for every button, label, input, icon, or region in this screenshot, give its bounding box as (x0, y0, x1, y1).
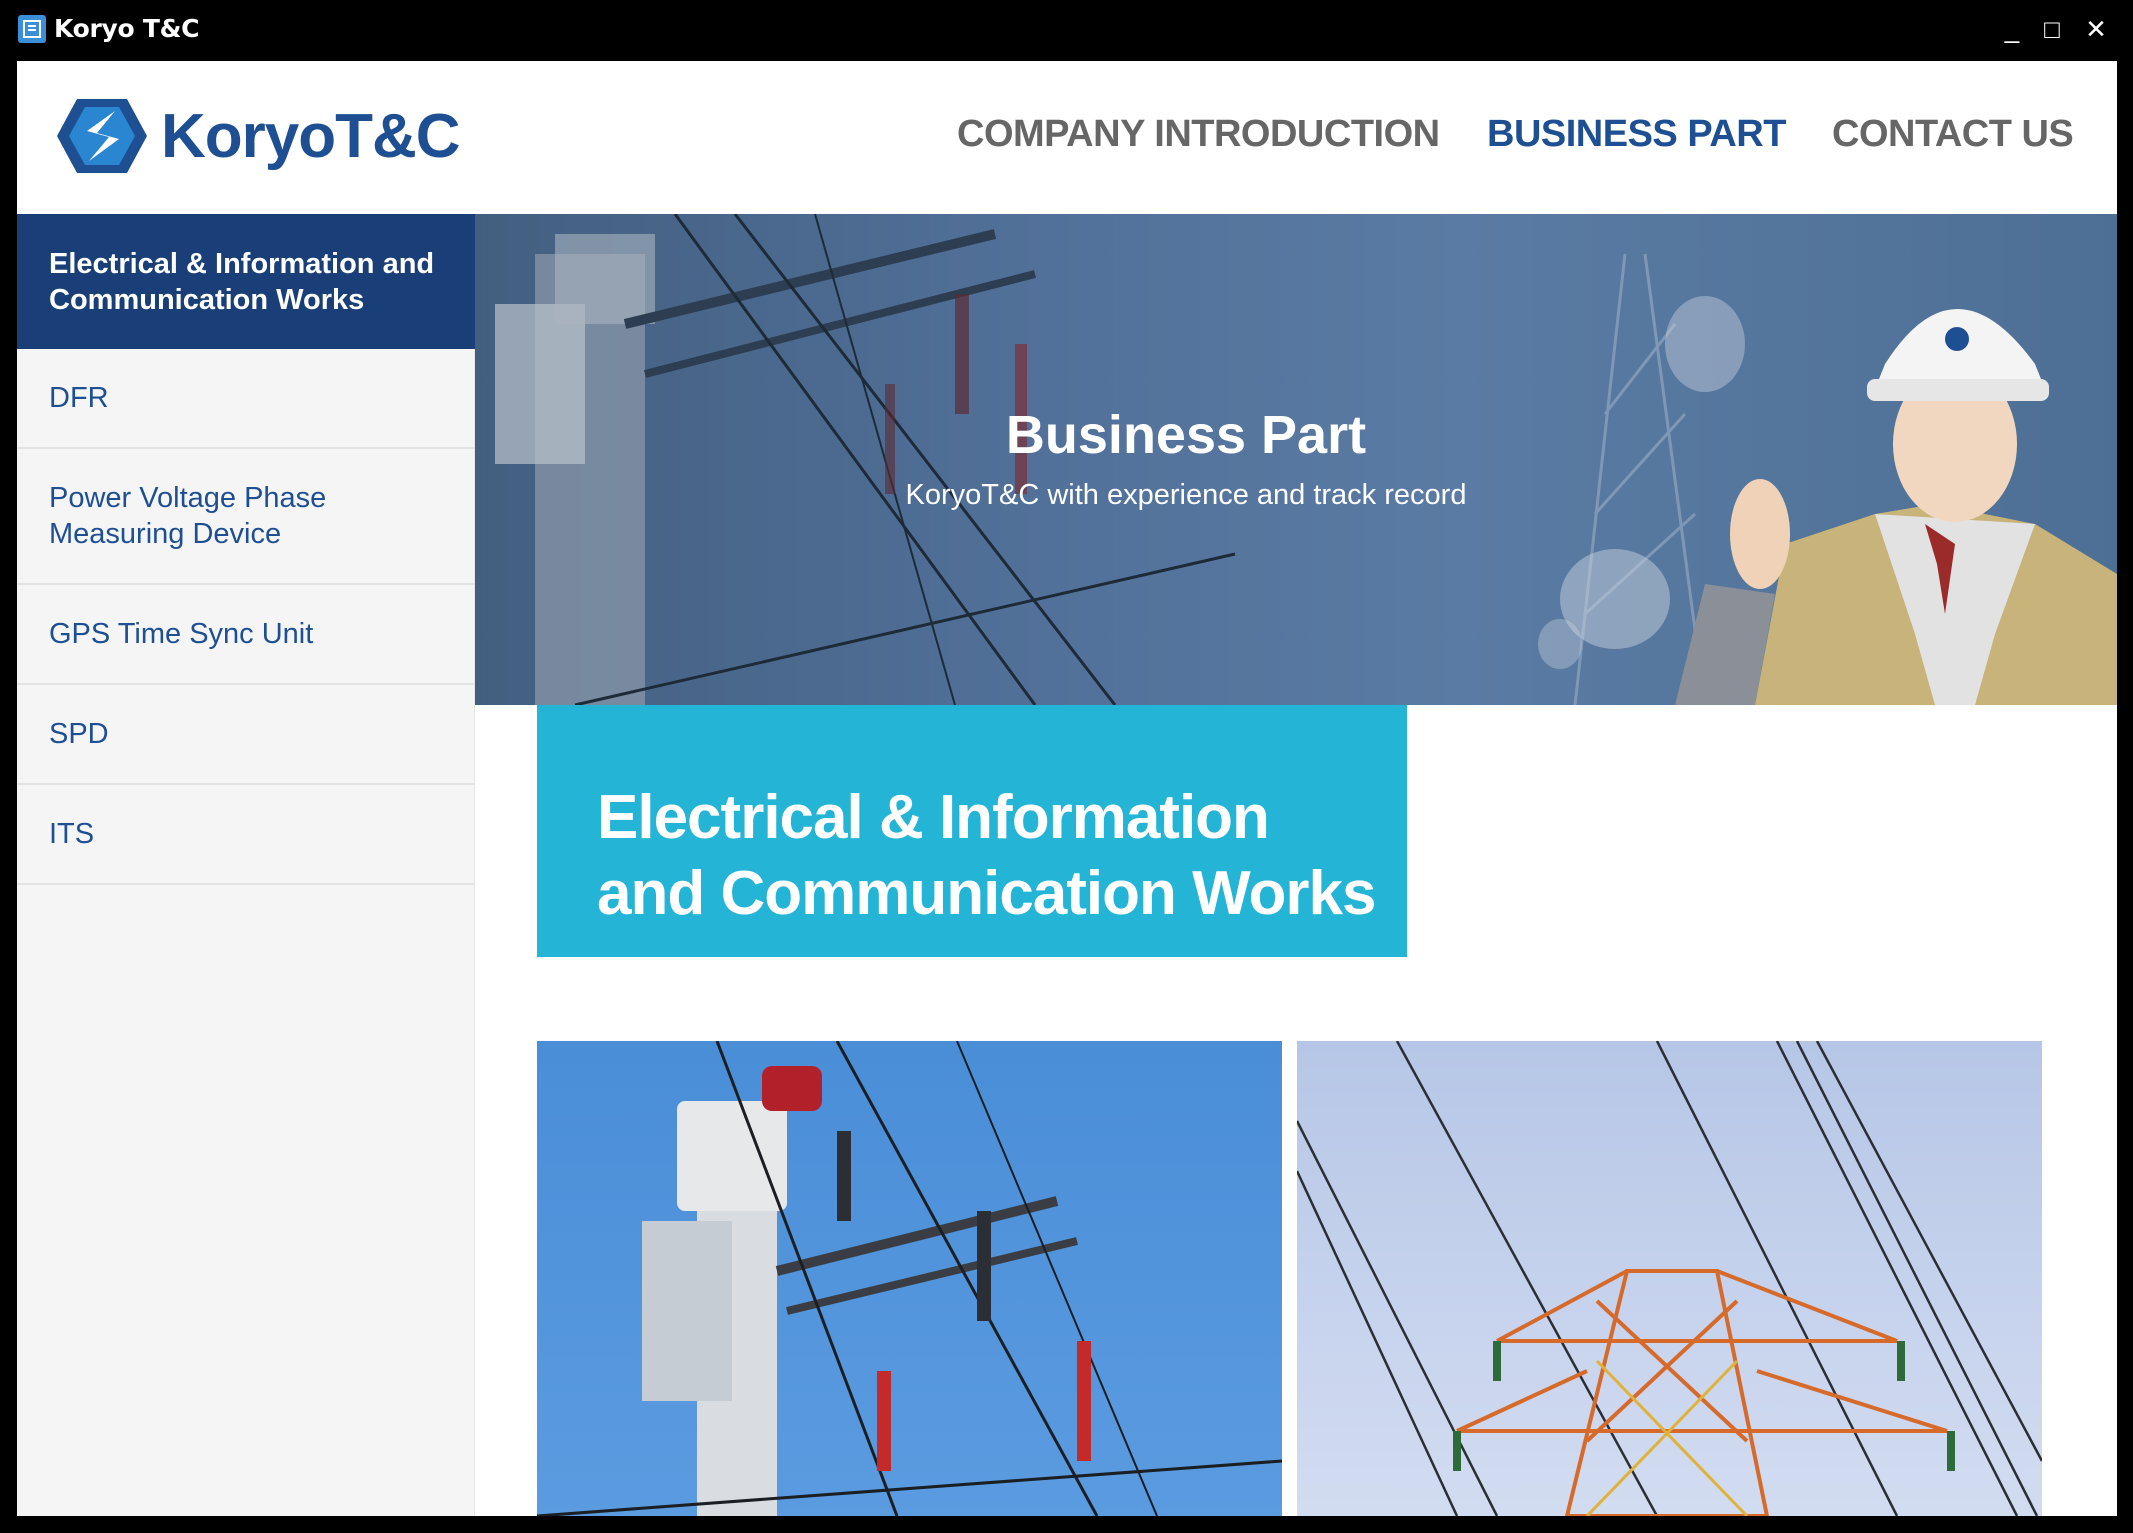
nav-company-introduction[interactable]: COMPANY INTRODUCTION (957, 113, 1440, 156)
window-title: Koryo T&C (54, 14, 200, 43)
sidebar-item-power-voltage-phase[interactable]: Power Voltage Phase Measuring Device (17, 449, 475, 585)
sidebar-item-electrical-works[interactable]: Electrical & Information and Communicati… (17, 214, 475, 349)
logo-text: KoryoT&C (161, 101, 461, 171)
sidebar-item-label: Power Voltage Phase Measuring Device (49, 482, 327, 550)
app-window: Koryo T&C _ □ ✕ KoryoT&C COMPANY INTRODU… (0, 0, 2133, 1533)
section-heading-box: Electrical & Information and Communicati… (537, 705, 1407, 957)
logo-mark (57, 99, 147, 173)
minimize-icon[interactable]: _ (1994, 12, 2030, 46)
hero-banner: Business Part KoryoT&C with experience a… (475, 214, 2117, 705)
sidebar-item-label: ITS (49, 818, 95, 850)
maximize-icon[interactable]: □ (2034, 12, 2070, 46)
transmission-tower-image (1297, 1041, 2042, 1516)
sidebar-item-label: SPD (49, 718, 109, 750)
nav-business-part[interactable]: BUSINESS PART (1487, 113, 1786, 156)
sidebar-item-label: GPS Time Sync Unit (49, 618, 314, 650)
sidebar-item-its[interactable]: ITS (17, 785, 475, 885)
photo-utility-pole (537, 1041, 1282, 1516)
sidebar-item-label: Electrical & Information and Communicati… (49, 247, 435, 316)
site-header: KoryoT&C COMPANY INTRODUCTION BUSINESS P… (17, 61, 2117, 214)
close-icon[interactable]: ✕ (2078, 12, 2114, 46)
site-logo[interactable]: KoryoT&C (57, 97, 461, 175)
photo-transmission-tower (1297, 1041, 2042, 1516)
banner-subtitle: KoryoT&C with experience and track recor… (905, 479, 1467, 511)
utility-pole-image (537, 1041, 1282, 1516)
nav-contact-us[interactable]: CONTACT US (1832, 113, 2074, 156)
app-content: KoryoT&C COMPANY INTRODUCTION BUSINESS P… (17, 61, 2117, 1516)
title-bar[interactable]: Koryo T&C _ □ ✕ (0, 0, 2133, 61)
sidebar: Electrical & Information and Communicati… (17, 214, 475, 1516)
banner-title: Business Part (1005, 405, 1367, 465)
sidebar-item-label: DFR (49, 382, 109, 414)
sidebar-item-gps-time-sync[interactable]: GPS Time Sync Unit (17, 585, 475, 685)
section-title: Electrical & Information and Communicati… (597, 783, 1377, 928)
app-icon (18, 15, 46, 43)
sidebar-item-dfr[interactable]: DFR (17, 349, 475, 449)
sidebar-item-spd[interactable]: SPD (17, 685, 475, 785)
